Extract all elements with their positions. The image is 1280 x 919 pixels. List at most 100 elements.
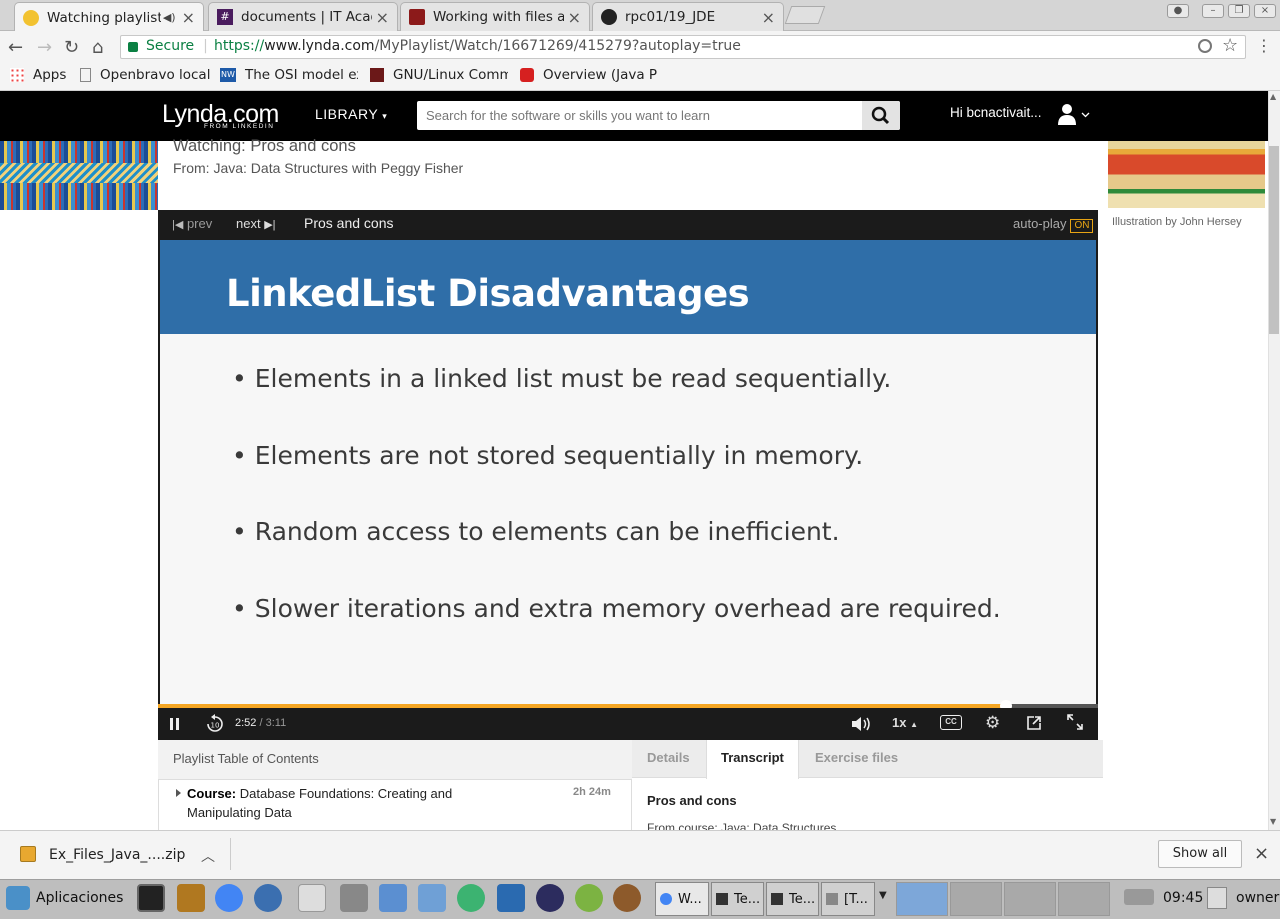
workspace-3[interactable] (1004, 882, 1056, 916)
apps-grid-icon (10, 68, 24, 82)
tab-details[interactable]: Details (647, 750, 690, 765)
taskbar-task-terminal[interactable]: Te... (766, 882, 819, 916)
download-options-chevron-icon[interactable]: ︿ (201, 846, 215, 866)
browser-tab[interactable]: rpc01/19_JDE × (592, 2, 784, 31)
user-greeting[interactable]: Hi bcnactivait... (950, 105, 1042, 120)
user-session-icon[interactable] (1207, 887, 1227, 909)
image-viewer-launcher-icon[interactable] (340, 884, 368, 912)
applications-menu[interactable]: Aplicaciones (36, 890, 123, 906)
url-domain: www.lynda.com (264, 38, 375, 54)
eclipse-launcher-icon[interactable] (536, 884, 564, 912)
atom-launcher-icon[interactable] (457, 884, 485, 912)
close-downloads-bar-icon[interactable]: × (1254, 843, 1269, 864)
download-file-name[interactable]: Ex_Files_Java_....zip (49, 847, 185, 863)
workspace-2[interactable] (950, 882, 1002, 916)
popout-button[interactable] (1025, 714, 1043, 735)
bookmark-label: Openbravo local (100, 67, 211, 83)
archive-launcher-icon[interactable] (177, 884, 205, 912)
workspace-1[interactable] (896, 882, 948, 916)
tab-title: Watching playlist: (47, 9, 161, 26)
scrollbar-thumb[interactable] (1269, 146, 1279, 334)
banner-illustration-right (1108, 141, 1265, 208)
minimize-window-button[interactable]: – (1202, 4, 1224, 18)
android-studio-launcher-icon[interactable] (575, 884, 603, 912)
bookmark-java-overview[interactable]: Overview (Java P (520, 67, 658, 83)
taskbar-task-terminal[interactable]: Te... (711, 882, 764, 916)
browser-tab[interactable]: # documents | IT Acad × (208, 2, 398, 31)
slide-bullet: Elements are not stored sequentially in … (232, 441, 863, 470)
pause-button[interactable] (168, 716, 182, 735)
close-window-button[interactable]: × (1254, 4, 1276, 18)
bookmark-apps[interactable]: Apps (10, 67, 66, 83)
chrome-launcher-icon[interactable] (215, 884, 243, 912)
lynda-logo[interactable]: Lynda.com FROM LINKEDIN (162, 100, 279, 130)
user-account-icon[interactable] (1057, 103, 1091, 131)
scroll-up-arrow-icon[interactable]: ▲ (1270, 92, 1276, 101)
vscode-launcher-icon[interactable] (497, 884, 525, 912)
home-icon[interactable]: ⌂ (92, 37, 103, 58)
volume-button[interactable] (850, 715, 872, 736)
session-user[interactable]: owner (1236, 890, 1279, 906)
duration: 3:11 (265, 717, 287, 729)
next-button[interactable]: next ▶| (236, 216, 276, 231)
secure-indicator[interactable]: Secure | (128, 38, 208, 54)
bookmark-osi[interactable]: NW The OSI model ex (220, 67, 358, 83)
autoplay-toggle[interactable]: auto-play ON (1013, 216, 1094, 233)
fullscreen-button[interactable] (1066, 713, 1084, 734)
task-list-dropdown-icon[interactable]: ▼ (879, 890, 887, 901)
expand-caret-icon[interactable] (176, 789, 181, 797)
network-icon[interactable] (1124, 889, 1154, 905)
library-menu[interactable]: LIBRARY ▾ (315, 106, 387, 122)
close-tab-icon[interactable]: × (568, 8, 581, 27)
tab-exercise-files[interactable]: Exercise files (815, 750, 898, 765)
closed-captions-icon[interactable]: CC (940, 715, 962, 730)
file-search-launcher-icon[interactable] (298, 884, 326, 912)
taskbar-task-window[interactable]: [T... (821, 882, 875, 916)
browser-tab[interactable]: Working with files a × (400, 2, 590, 31)
web-browser-launcher-icon[interactable] (254, 884, 282, 912)
file-manager-launcher-icon[interactable] (379, 884, 407, 912)
new-tab-button[interactable] (784, 6, 826, 24)
close-tab-icon[interactable]: × (376, 8, 389, 27)
playback-speed-button[interactable]: 1x ▲ (892, 715, 918, 730)
close-tab-icon[interactable]: × (762, 8, 775, 27)
task-label: W... (678, 891, 702, 907)
virtualbox-launcher-icon[interactable] (418, 884, 446, 912)
search-button[interactable] (862, 101, 900, 130)
clock[interactable]: 09:45 (1163, 890, 1203, 906)
tab-transcript[interactable]: Transcript (721, 750, 784, 765)
terminal-launcher-icon[interactable] (137, 884, 165, 912)
content-blocked-icon[interactable] (1198, 39, 1212, 53)
taskbar-task-chrome[interactable]: W... (655, 882, 709, 916)
rewind-10-button[interactable]: 10 (205, 714, 225, 737)
bookmark-gnu-linux[interactable]: GNU/Linux Comm (370, 67, 508, 83)
browser-tab-active[interactable]: Watching playlist: ◀) × (14, 2, 204, 32)
scroll-down-arrow-icon[interactable]: ▼ (1270, 817, 1276, 826)
workspace-4[interactable] (1058, 882, 1110, 916)
search-box (417, 101, 900, 130)
settings-gear-icon[interactable]: ⚙ (985, 713, 1000, 733)
library-label: LIBRARY (315, 106, 378, 122)
menu-kebab-icon[interactable]: ⋮ (1256, 36, 1272, 55)
video-title: Pros and cons (304, 215, 394, 231)
url-scheme: https:// (214, 38, 265, 54)
close-tab-icon[interactable]: × (182, 8, 195, 27)
toc-course-item[interactable]: Course: Database Foundations: Creating a… (187, 784, 517, 822)
profile-icon[interactable]: ● (1167, 4, 1189, 18)
back-icon[interactable]: ← (8, 37, 23, 58)
course-prefix: Course: (187, 786, 237, 801)
bookmark-star-icon[interactable]: ☆ (1222, 35, 1238, 56)
url-text[interactable]: https://www.lynda.com/MyPlaylist/Watch/1… (214, 38, 741, 54)
search-input[interactable] (417, 101, 862, 130)
show-all-downloads-button[interactable]: Show all (1158, 840, 1242, 868)
maximize-window-button[interactable]: ❐ (1228, 4, 1250, 18)
acorn-launcher-icon[interactable] (613, 884, 641, 912)
caret-up-icon: ▲ (910, 720, 919, 729)
downloads-bar (0, 830, 1280, 879)
applications-menu-icon[interactable] (6, 886, 30, 910)
reload-icon[interactable]: ↻ (64, 37, 79, 58)
bookmark-openbravo[interactable]: Openbravo local (80, 67, 210, 83)
volume-icon (852, 717, 870, 731)
prev-button[interactable]: |◀ prev (172, 216, 212, 231)
forward-icon[interactable]: → (37, 37, 52, 58)
